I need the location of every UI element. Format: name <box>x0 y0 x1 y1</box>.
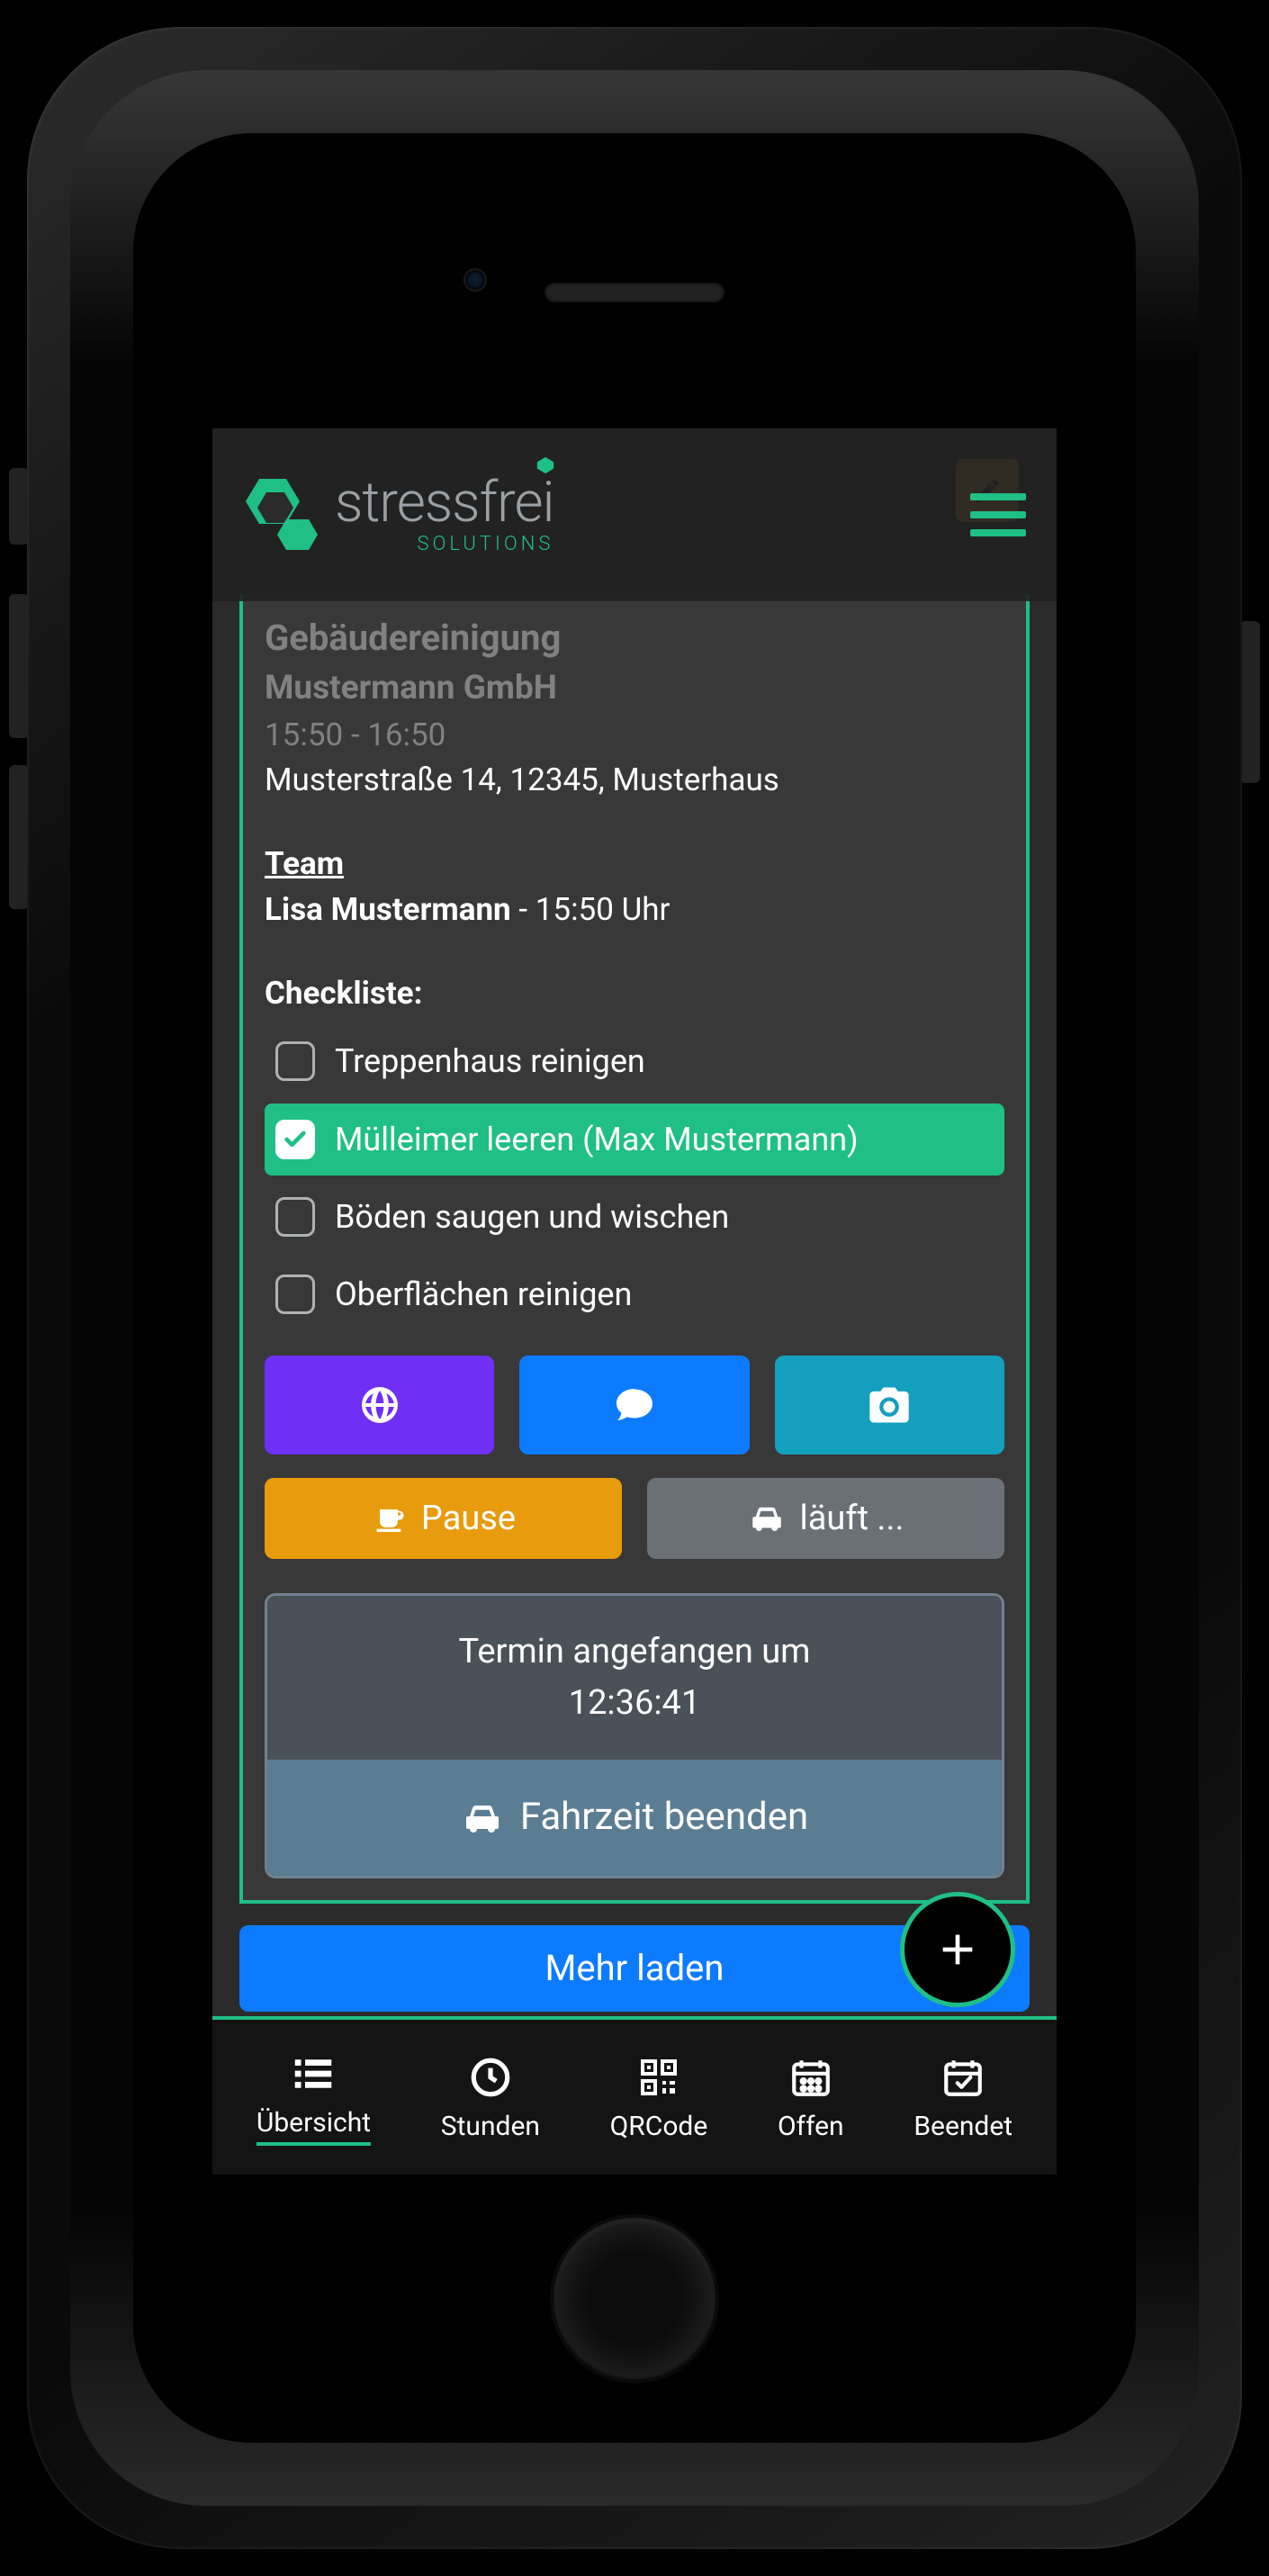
logo-mark-icon <box>232 470 322 560</box>
nav-label: Beendet <box>914 2111 1012 2142</box>
checkbox-icon <box>275 1197 315 1237</box>
volume-down <box>9 765 29 909</box>
calendar-check-icon <box>940 2053 986 2102</box>
camera-icon <box>866 1382 913 1428</box>
team-heading: Team <box>265 842 1004 887</box>
app-screen: Gebäudereinigung Mustermann GmbH 15:50 -… <box>212 428 1057 2175</box>
calendar-icon <box>788 2053 833 2102</box>
status-text: Termin angefangen um 12:36:41 <box>267 1596 1002 1760</box>
bottom-nav: Übersicht Stunden <box>212 2016 1057 2175</box>
checkbox-icon <box>275 1274 315 1314</box>
nav-done[interactable]: Beendet <box>914 2053 1012 2142</box>
globe-icon <box>358 1383 401 1427</box>
team-line: Lisa Mustermann - 15:50 Uhr <box>265 887 1004 933</box>
checklist-item-label: Oberflächen reinigen <box>335 1271 632 1318</box>
plus-icon <box>932 1924 983 1975</box>
list-icon <box>289 2049 338 2098</box>
checklist-item[interactable]: Oberflächen reinigen <box>265 1258 1004 1330</box>
nav-open[interactable]: Offen <box>778 2053 844 2142</box>
running-button[interactable]: läuft ... <box>647 1478 1004 1559</box>
team-member-time: 15:50 Uhr <box>536 891 670 928</box>
end-drive-button[interactable]: Fahrzeit beenden <box>267 1760 1002 1876</box>
appointment-title: Gebäudereinigung <box>265 612 1004 664</box>
checkbox-icon <box>275 1041 315 1081</box>
car-icon <box>461 1797 504 1840</box>
qrcode-icon <box>637 2053 680 2102</box>
checklist: Treppenhaus reinigen Mülleimer leeren (M… <box>265 1025 1004 1330</box>
checklist-item[interactable]: Böden saugen und wischen <box>265 1181 1004 1253</box>
pause-label: Pause <box>421 1494 516 1544</box>
checklist-item-label: Treppenhaus reinigen <box>335 1038 645 1085</box>
nav-qrcode[interactable]: QRCode <box>610 2053 708 2142</box>
nav-label: Offen <box>778 2111 844 2142</box>
nav-label: Übersicht <box>256 2107 371 2146</box>
brand-name: stressfrei <box>335 470 554 536</box>
nav-overview[interactable]: Übersicht <box>256 2049 371 2146</box>
time-range: 15:50 - 16:50 <box>265 713 1004 759</box>
clock-icon <box>468 2053 513 2102</box>
nav-hours[interactable]: Stunden <box>441 2053 540 2142</box>
mute-switch <box>9 468 29 545</box>
appointment-card: Gebäudereinigung Mustermann GmbH 15:50 -… <box>239 594 1030 1904</box>
globe-button[interactable] <box>265 1356 494 1455</box>
team-member-name: Lisa Mustermann <box>265 891 511 928</box>
phone-frame: Gebäudereinigung Mustermann GmbH 15:50 -… <box>0 0 1269 2576</box>
end-drive-label: Fahrzeit beenden <box>520 1790 808 1845</box>
menu-button[interactable] <box>959 482 1037 547</box>
comment-button[interactable] <box>519 1356 749 1455</box>
running-label: läuft ... <box>800 1494 904 1544</box>
camera-button[interactable] <box>775 1356 1004 1455</box>
pause-button[interactable]: Pause <box>265 1478 622 1559</box>
comment-icon <box>613 1383 656 1427</box>
checklist-item[interactable]: Treppenhaus reinigen <box>265 1025 1004 1097</box>
checklist-item[interactable]: Mülleimer leeren (Max Mustermann) <box>265 1103 1004 1175</box>
company-name: Mustermann GmbH <box>265 664 1004 713</box>
home-button[interactable] <box>554 2218 716 2380</box>
app-header: stressfrei SOLUTIONS <box>212 428 1057 601</box>
checklist-item-label: Mülleimer leeren (Max Mustermann) <box>335 1116 859 1163</box>
nav-label: Stunden <box>441 2111 540 2142</box>
add-fab[interactable] <box>900 1892 1015 2007</box>
checkbox-icon <box>275 1120 315 1159</box>
car-icon <box>748 1500 786 1537</box>
brand-subtitle: SOLUTIONS <box>417 535 554 554</box>
address: Musterstraße 14, 12345, Musterhaus <box>265 758 1004 804</box>
volume-up <box>9 594 29 738</box>
front-camera <box>464 268 487 292</box>
nav-label: QRCode <box>610 2111 708 2142</box>
checklist-heading: Checkliste: <box>265 971 1004 1017</box>
load-more-label: Mehr laden <box>545 1942 724 1995</box>
coffee-icon <box>371 1500 407 1536</box>
checklist-item-label: Böden saugen und wischen <box>335 1193 729 1240</box>
phone-speaker <box>544 283 724 302</box>
status-panel: Termin angefangen um 12:36:41 Fahrzeit b… <box>265 1593 1004 1878</box>
power-button <box>1240 621 1260 783</box>
brand-logo: stressfrei SOLUTIONS <box>232 470 554 560</box>
